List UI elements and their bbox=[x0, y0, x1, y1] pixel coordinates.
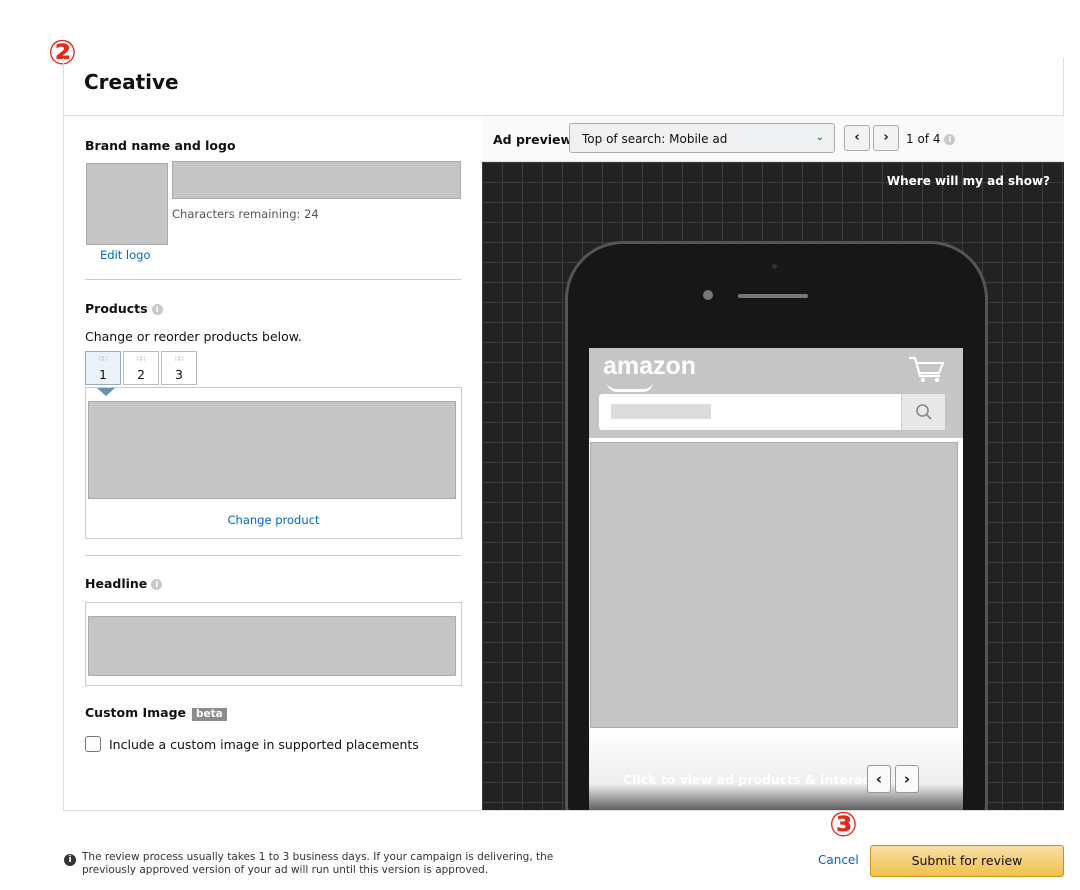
step-3-marker: ③ bbox=[829, 805, 858, 845]
divider bbox=[85, 555, 461, 556]
phone-screen: amazon bbox=[589, 348, 963, 810]
edit-logo-link[interactable]: Edit logo bbox=[100, 248, 151, 262]
search-placeholder bbox=[611, 404, 711, 419]
headline-field-box bbox=[85, 602, 462, 686]
previous-preview-button[interactable]: ‹ bbox=[844, 125, 870, 151]
store-logo: amazon bbox=[603, 352, 697, 380]
creative-editor: Brand name and logo Characters remaining… bbox=[64, 116, 482, 810]
preview-page-count: 1 of 4i bbox=[906, 132, 956, 146]
creative-header: Creative bbox=[64, 58, 1063, 116]
ad-next-button[interactable]: › bbox=[895, 765, 919, 793]
product-image-placeholder bbox=[88, 401, 456, 499]
drag-handle-icon[interactable]: ∷∷ bbox=[124, 355, 158, 363]
custom-image-checkbox[interactable] bbox=[85, 736, 101, 752]
info-icon[interactable]: i bbox=[944, 134, 956, 145]
drag-handle-icon[interactable]: ∷∷ bbox=[86, 355, 120, 363]
custom-image-heading-label: Custom Image bbox=[85, 705, 186, 720]
where-will-my-ad-show-link[interactable]: Where will my ad show? bbox=[887, 174, 1050, 188]
chevron-right-icon: › bbox=[903, 770, 911, 788]
custom-image-checkbox-label[interactable]: Include a custom image in supported plac… bbox=[109, 737, 419, 752]
product-tab-label: 1 bbox=[99, 367, 107, 382]
info-icon[interactable]: i bbox=[151, 579, 163, 590]
store-header: amazon bbox=[589, 348, 963, 438]
creative-panel: Creative Brand name and logo Characters … bbox=[63, 58, 1064, 811]
chevron-right-icon: › bbox=[883, 130, 889, 145]
chevron-left-icon: ‹ bbox=[854, 130, 860, 145]
product-tab-label: 2 bbox=[137, 367, 145, 382]
beta-badge: beta bbox=[192, 708, 227, 721]
view-ad-products-text[interactable]: Click to view ad products & interaction bbox=[623, 772, 898, 787]
product-tab-1[interactable]: ∷∷ 1 bbox=[85, 351, 121, 385]
products-heading: Products i bbox=[85, 301, 163, 316]
phone-speaker bbox=[738, 294, 808, 298]
ad-prev-button[interactable]: ‹ bbox=[867, 765, 891, 793]
product-card: Change product bbox=[85, 387, 462, 539]
page-count-text: 1 of 4 bbox=[906, 132, 941, 146]
store-search-bar bbox=[599, 394, 945, 430]
info-icon[interactable]: i bbox=[151, 304, 163, 315]
cancel-link[interactable]: Cancel bbox=[818, 853, 859, 867]
preview-toolbar: Ad preview Top of search: Mobile ad ⌄ ‹ … bbox=[482, 116, 1064, 162]
placement-select-value: Top of search: Mobile ad bbox=[582, 132, 728, 146]
submit-for-review-button[interactable]: Submit for review bbox=[870, 845, 1064, 877]
phone-mockup: amazon Click to view ad products & inter… bbox=[565, 241, 988, 810]
product-tab-label: 3 bbox=[175, 367, 183, 382]
phone-camera bbox=[703, 290, 713, 300]
characters-remaining: Characters remaining: 24 bbox=[172, 207, 319, 221]
store-search-button bbox=[901, 394, 945, 430]
preview-label: Ad preview bbox=[493, 132, 573, 147]
review-process-note: The review process usually takes 1 to 3 … bbox=[82, 851, 554, 876]
ad-creative-placeholder bbox=[590, 442, 958, 728]
store-logo-smile bbox=[607, 382, 653, 392]
placement-select[interactable]: Top of search: Mobile ad ⌄ bbox=[569, 123, 835, 153]
ad-preview-panel: Ad preview Top of search: Mobile ad ⌄ ‹ … bbox=[482, 116, 1064, 810]
products-heading-label: Products bbox=[85, 301, 148, 316]
next-preview-button[interactable]: › bbox=[873, 125, 899, 151]
search-icon bbox=[916, 404, 932, 420]
custom-image-heading: Custom Image beta bbox=[85, 705, 227, 721]
cart-icon bbox=[909, 356, 945, 383]
page-title: Creative bbox=[84, 70, 179, 94]
preview-canvas: Where will my ad show? amazon Click to v… bbox=[482, 162, 1064, 810]
headline-heading-label: Headline bbox=[85, 576, 148, 591]
chevron-left-icon: ‹ bbox=[875, 770, 883, 788]
product-tab-3[interactable]: ∷∷ 3 bbox=[161, 351, 197, 385]
active-tab-pointer bbox=[97, 388, 115, 396]
brand-logo-placeholder[interactable] bbox=[86, 163, 168, 245]
info-icon: i bbox=[64, 854, 76, 866]
headline-heading: Headline i bbox=[85, 576, 163, 591]
change-product-link[interactable]: Change product bbox=[86, 513, 461, 527]
headline-input[interactable] bbox=[88, 616, 456, 676]
drag-handle-icon[interactable]: ∷∷ bbox=[162, 355, 196, 363]
phone-sensor bbox=[772, 264, 777, 269]
chevron-down-icon: ⌄ bbox=[815, 132, 824, 143]
brand-name-input[interactable] bbox=[172, 161, 461, 199]
product-tab-2[interactable]: ∷∷ 2 bbox=[123, 351, 159, 385]
brand-heading: Brand name and logo bbox=[85, 138, 236, 153]
products-subtitle: Change or reorder products below. bbox=[85, 329, 302, 344]
divider bbox=[85, 279, 461, 280]
